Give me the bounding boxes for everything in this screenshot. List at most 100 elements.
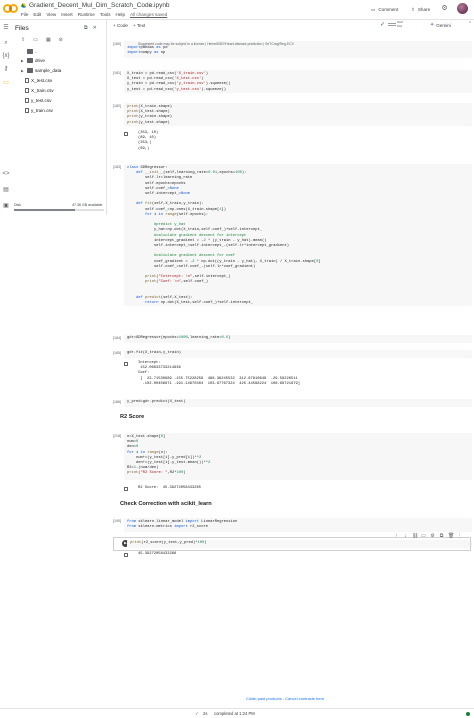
terminal-icon[interactable]: ▣ — [2, 202, 10, 210]
code-editor[interactable]: from sklearn.linear_model import LinearR… — [124, 518, 472, 532]
gemini-button[interactable]: ✦ Gemini — [430, 22, 451, 28]
menu-edit[interactable]: Edit — [33, 12, 41, 17]
status-bar: ✓ 2s completed at 1:24 PM — [0, 708, 474, 718]
code-brackets-icon[interactable]: {x} — [2, 52, 10, 60]
caret-right-icon[interactable]: ▶ — [21, 59, 25, 63]
menu-icon[interactable]: ☰ — [2, 24, 10, 32]
code-cell[interactable]: [185] gdr.fit(X_train,y_train) Intercept… — [113, 350, 472, 396]
code-cell[interactable]: [181] X_train = pd.read_csv('X_train.csv… — [113, 70, 472, 93]
output-icon[interactable] — [124, 553, 128, 557]
code-editor[interactable]: print(X_train.shape) print(X_test.shape)… — [124, 103, 472, 126]
menu-file[interactable]: File — [21, 12, 28, 17]
cell-exec-count[interactable]: [183] — [113, 165, 121, 169]
file-tree-item[interactable]: ▶ sample_data — [21, 68, 61, 73]
code-text[interactable]: from sklearn.linear_model import LinearR… — [127, 520, 237, 530]
share-button[interactable]: ⇪ Share — [411, 5, 430, 14]
file-tree-item[interactable]: X_train.csv — [25, 88, 54, 93]
arrow-down-icon[interactable]: ↓ — [403, 533, 408, 539]
code-text[interactable]: y_pred=gdr.predict(X_test) — [127, 400, 186, 405]
menu-help[interactable]: Help — [116, 12, 125, 17]
code-editor[interactable]: gdr=GDRegressor(epochs=1000,learning_rat… — [124, 335, 472, 343]
upload-icon[interactable]: ⇧ — [21, 37, 25, 43]
code-text[interactable]: print(X_train.shape) print(X_test.shape)… — [127, 105, 172, 126]
star-icon[interactable]: ☆ — [148, 2, 153, 9]
cell-exec-count[interactable]: [181] — [113, 71, 121, 75]
code-cell[interactable]: [190] from sklearn.linear_model import L… — [113, 518, 472, 532]
caret-right-icon[interactable]: ▶ — [21, 69, 25, 73]
code-cell[interactable]: [180] Suggested code may be subject to a… — [113, 41, 472, 58]
colab-logo[interactable] — [3, 3, 18, 14]
add-text-button[interactable]: + Text — [133, 23, 145, 28]
code-text[interactable]: X_train = pd.read_csv('X_train.csv') X_t… — [127, 72, 231, 93]
code-editor[interactable]: X_train = pd.read_csv('X_train.csv') X_t… — [124, 70, 472, 93]
cell-output: Intercept: 152.06633733214936 Coef: [ 23… — [124, 361, 472, 393]
file-tree-item[interactable]: .. — [21, 49, 38, 54]
code-cell[interactable]: [183] class GDRegressor: def __init__(se… — [113, 164, 472, 306]
output-icon[interactable] — [124, 487, 128, 491]
mirror-cell-icon[interactable]: ⧉ — [439, 533, 444, 539]
code-cell[interactable]: [218] n=X_test.shape[0] num=0 den=0 for … — [113, 433, 472, 495]
code-cell[interactable]: [182] print(X_train.shape) print(X_test.… — [113, 103, 472, 157]
code-text[interactable]: n=X_test.shape[0] num=0 den=0 for i in r… — [127, 435, 210, 477]
file-tree-item[interactable]: y_test.csv — [25, 98, 51, 103]
code-editor[interactable]: Suggested code may be subject to a licen… — [124, 41, 472, 58]
menu-runtime[interactable]: Runtime — [78, 12, 95, 17]
key-icon[interactable]: ⚷ — [2, 65, 10, 73]
cell-exec-count[interactable]: [190] — [113, 519, 121, 523]
new-window-icon[interactable]: ⧉ — [84, 25, 88, 31]
markdown-heading[interactable]: Check Correction with scikit_learn — [120, 501, 212, 507]
cell-exec-count[interactable]: [180] — [113, 42, 121, 46]
new-folder-icon[interactable]: ▭ — [33, 37, 38, 43]
code-snippets-icon[interactable]: <> — [2, 170, 10, 178]
close-icon[interactable]: ✕ — [93, 25, 97, 31]
code-editor[interactable]: class GDRegressor: def __init__(self,lea… — [124, 164, 472, 306]
markdown-heading[interactable]: R2 Score — [120, 414, 144, 420]
gear-icon[interactable]: ⚙ — [440, 4, 449, 13]
avatar[interactable] — [457, 3, 468, 14]
code-text[interactable]: importpandas as pd importnumpy as np — [127, 46, 168, 56]
code-cell[interactable]: [184] gdr=GDRegressor(epochs=1000,learni… — [113, 335, 472, 343]
link-icon[interactable]: ⛓ — [412, 533, 418, 539]
file-tree-item[interactable]: X_test.csv — [25, 78, 52, 83]
cell-exec-count[interactable]: [185] — [113, 351, 121, 355]
more-icon[interactable]: ⋮ — [457, 533, 462, 539]
top-header: Gradient_Decent_Mul_Dim_Scratch_Code.ipy… — [0, 0, 474, 20]
code-text[interactable]: class GDRegressor: def __init__(self,lea… — [127, 166, 321, 306]
comment-button[interactable]: ▭ Comment — [371, 5, 398, 14]
folder-icon[interactable]: ▭ — [2, 79, 10, 87]
refresh-icon[interactable]: ▦ — [46, 37, 51, 43]
menu-insert[interactable]: Insert — [61, 12, 73, 17]
file-tree-item[interactable]: ▶ drive — [21, 58, 45, 63]
menu-view[interactable]: View — [46, 12, 56, 17]
code-text[interactable]: gdr=GDRegressor(epochs=1000,learning_rat… — [127, 336, 231, 341]
comment-icon[interactable]: ▭ — [421, 533, 426, 539]
code-cell[interactable]: [186] y_pred=gdr.predict(X_test) — [113, 399, 472, 407]
file-tree-item[interactable]: y_train.csv — [25, 108, 53, 113]
gemini-label: Gemini — [436, 22, 451, 28]
cell-exec-count[interactable]: [182] — [113, 104, 121, 108]
cell-output: 45.39272058433266 — [124, 552, 472, 560]
notebook-area: [180] Suggested code may be subject to a… — [107, 31, 474, 691]
search-icon[interactable]: ⌕ — [2, 39, 10, 47]
footer-links[interactable]: Colab paid products - Cancel contracts h… — [246, 696, 324, 701]
cell-exec-count[interactable]: [184] — [113, 336, 121, 340]
command-palette-icon[interactable]: ▤ — [2, 186, 10, 194]
trash-icon[interactable]: 🗑 — [448, 533, 454, 539]
save-status[interactable]: All changes saved — [130, 12, 167, 17]
add-code-button[interactable]: + Code — [113, 23, 128, 28]
code-text[interactable]: gdr.fit(X_train,y_train) — [127, 351, 181, 356]
output-icon[interactable] — [124, 132, 128, 136]
resource-bars-icon[interactable] — [388, 22, 396, 28]
code-editor[interactable]: y_pred=gdr.predict(X_test) — [124, 399, 472, 407]
ram-disk-indicator[interactable]: RAM Disk — [397, 21, 419, 27]
arrow-up-icon[interactable]: ↑ — [394, 533, 399, 539]
cell-exec-count[interactable]: [186] — [113, 400, 121, 404]
code-editor[interactable]: n=X_test.shape[0] num=0 den=0 for i in r… — [124, 433, 472, 480]
settings-icon[interactable]: ⚙ — [430, 533, 435, 539]
code-editor[interactable]: gdr.fit(X_train,y_train) — [124, 350, 472, 358]
hide-files-icon[interactable]: ⊘ — [59, 37, 63, 43]
chevron-up-icon[interactable]: ⌃ — [468, 21, 472, 27]
menu-tools[interactable]: Tools — [100, 12, 111, 17]
output-icon[interactable] — [124, 362, 128, 366]
cell-exec-count[interactable]: [218] — [113, 434, 121, 438]
